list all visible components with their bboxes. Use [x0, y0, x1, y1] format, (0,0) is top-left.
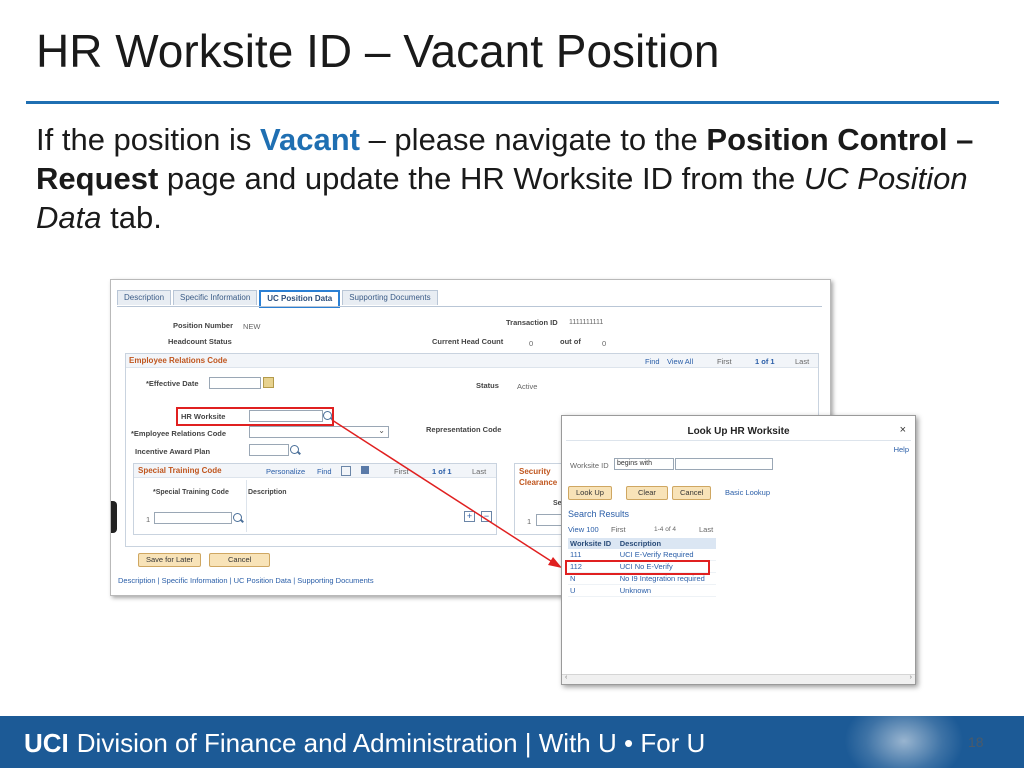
- clear-button[interactable]: Clear: [626, 486, 668, 500]
- col-description: Description: [617, 538, 716, 549]
- footer-glow: [844, 716, 964, 768]
- table-row[interactable]: U Unknown: [568, 584, 716, 597]
- results-counter: 1-4 of 4: [654, 526, 677, 533]
- scroll-right-icon[interactable]: ›: [910, 674, 912, 681]
- scroll-left-icon[interactable]: ‹: [565, 674, 567, 681]
- arrow-head: [548, 557, 562, 568]
- results-header-row: Worksite ID Description: [568, 538, 716, 549]
- look-up-button[interactable]: Look Up: [568, 486, 612, 500]
- worksite-id-input[interactable]: [675, 458, 773, 470]
- lookup-title: Look Up HR Worksite: [687, 426, 790, 437]
- lookup-popup-screenshot: Look Up HR Worksite × Help Worksite ID b…: [561, 415, 916, 685]
- operator-select[interactable]: begins with: [614, 458, 674, 470]
- close-icon[interactable]: ×: [900, 424, 906, 436]
- help-link[interactable]: Help: [894, 445, 909, 454]
- lookup-divider: [566, 440, 911, 441]
- results-first[interactable]: First: [611, 525, 626, 534]
- worksite-id-cell[interactable]: 111: [568, 549, 618, 561]
- search-results-heading: Search Results: [568, 509, 630, 519]
- table-row[interactable]: 111 UCI E-Verify Required: [568, 549, 716, 561]
- worksite-id-label: Worksite ID: [570, 461, 609, 470]
- basic-lookup-link[interactable]: Basic Lookup: [725, 488, 770, 497]
- uci-logo: UCI: [24, 728, 69, 758]
- arrow-line: [331, 419, 555, 564]
- description-cell[interactable]: Unknown: [617, 584, 716, 597]
- col-worksite-id: Worksite ID: [568, 538, 618, 549]
- results-last[interactable]: Last: [699, 525, 713, 534]
- row-112-highlight: [565, 560, 710, 575]
- footer-brand: UCI Division of Finance and Administratio…: [24, 728, 705, 759]
- horizontal-scrollbar[interactable]: ‹ ›: [562, 674, 915, 684]
- page-number: 18: [968, 734, 984, 750]
- worksite-id-cell[interactable]: U: [568, 584, 618, 597]
- footer-bar: UCI Division of Finance and Administratio…: [0, 716, 1024, 768]
- description-cell[interactable]: UCI E-Verify Required: [617, 549, 716, 561]
- operator-value: begins with: [617, 460, 653, 467]
- lookup-cancel-button[interactable]: Cancel: [672, 486, 712, 500]
- footer-tagline: Division of Finance and Administration |…: [76, 728, 706, 758]
- view-100-link[interactable]: View 100: [568, 525, 599, 534]
